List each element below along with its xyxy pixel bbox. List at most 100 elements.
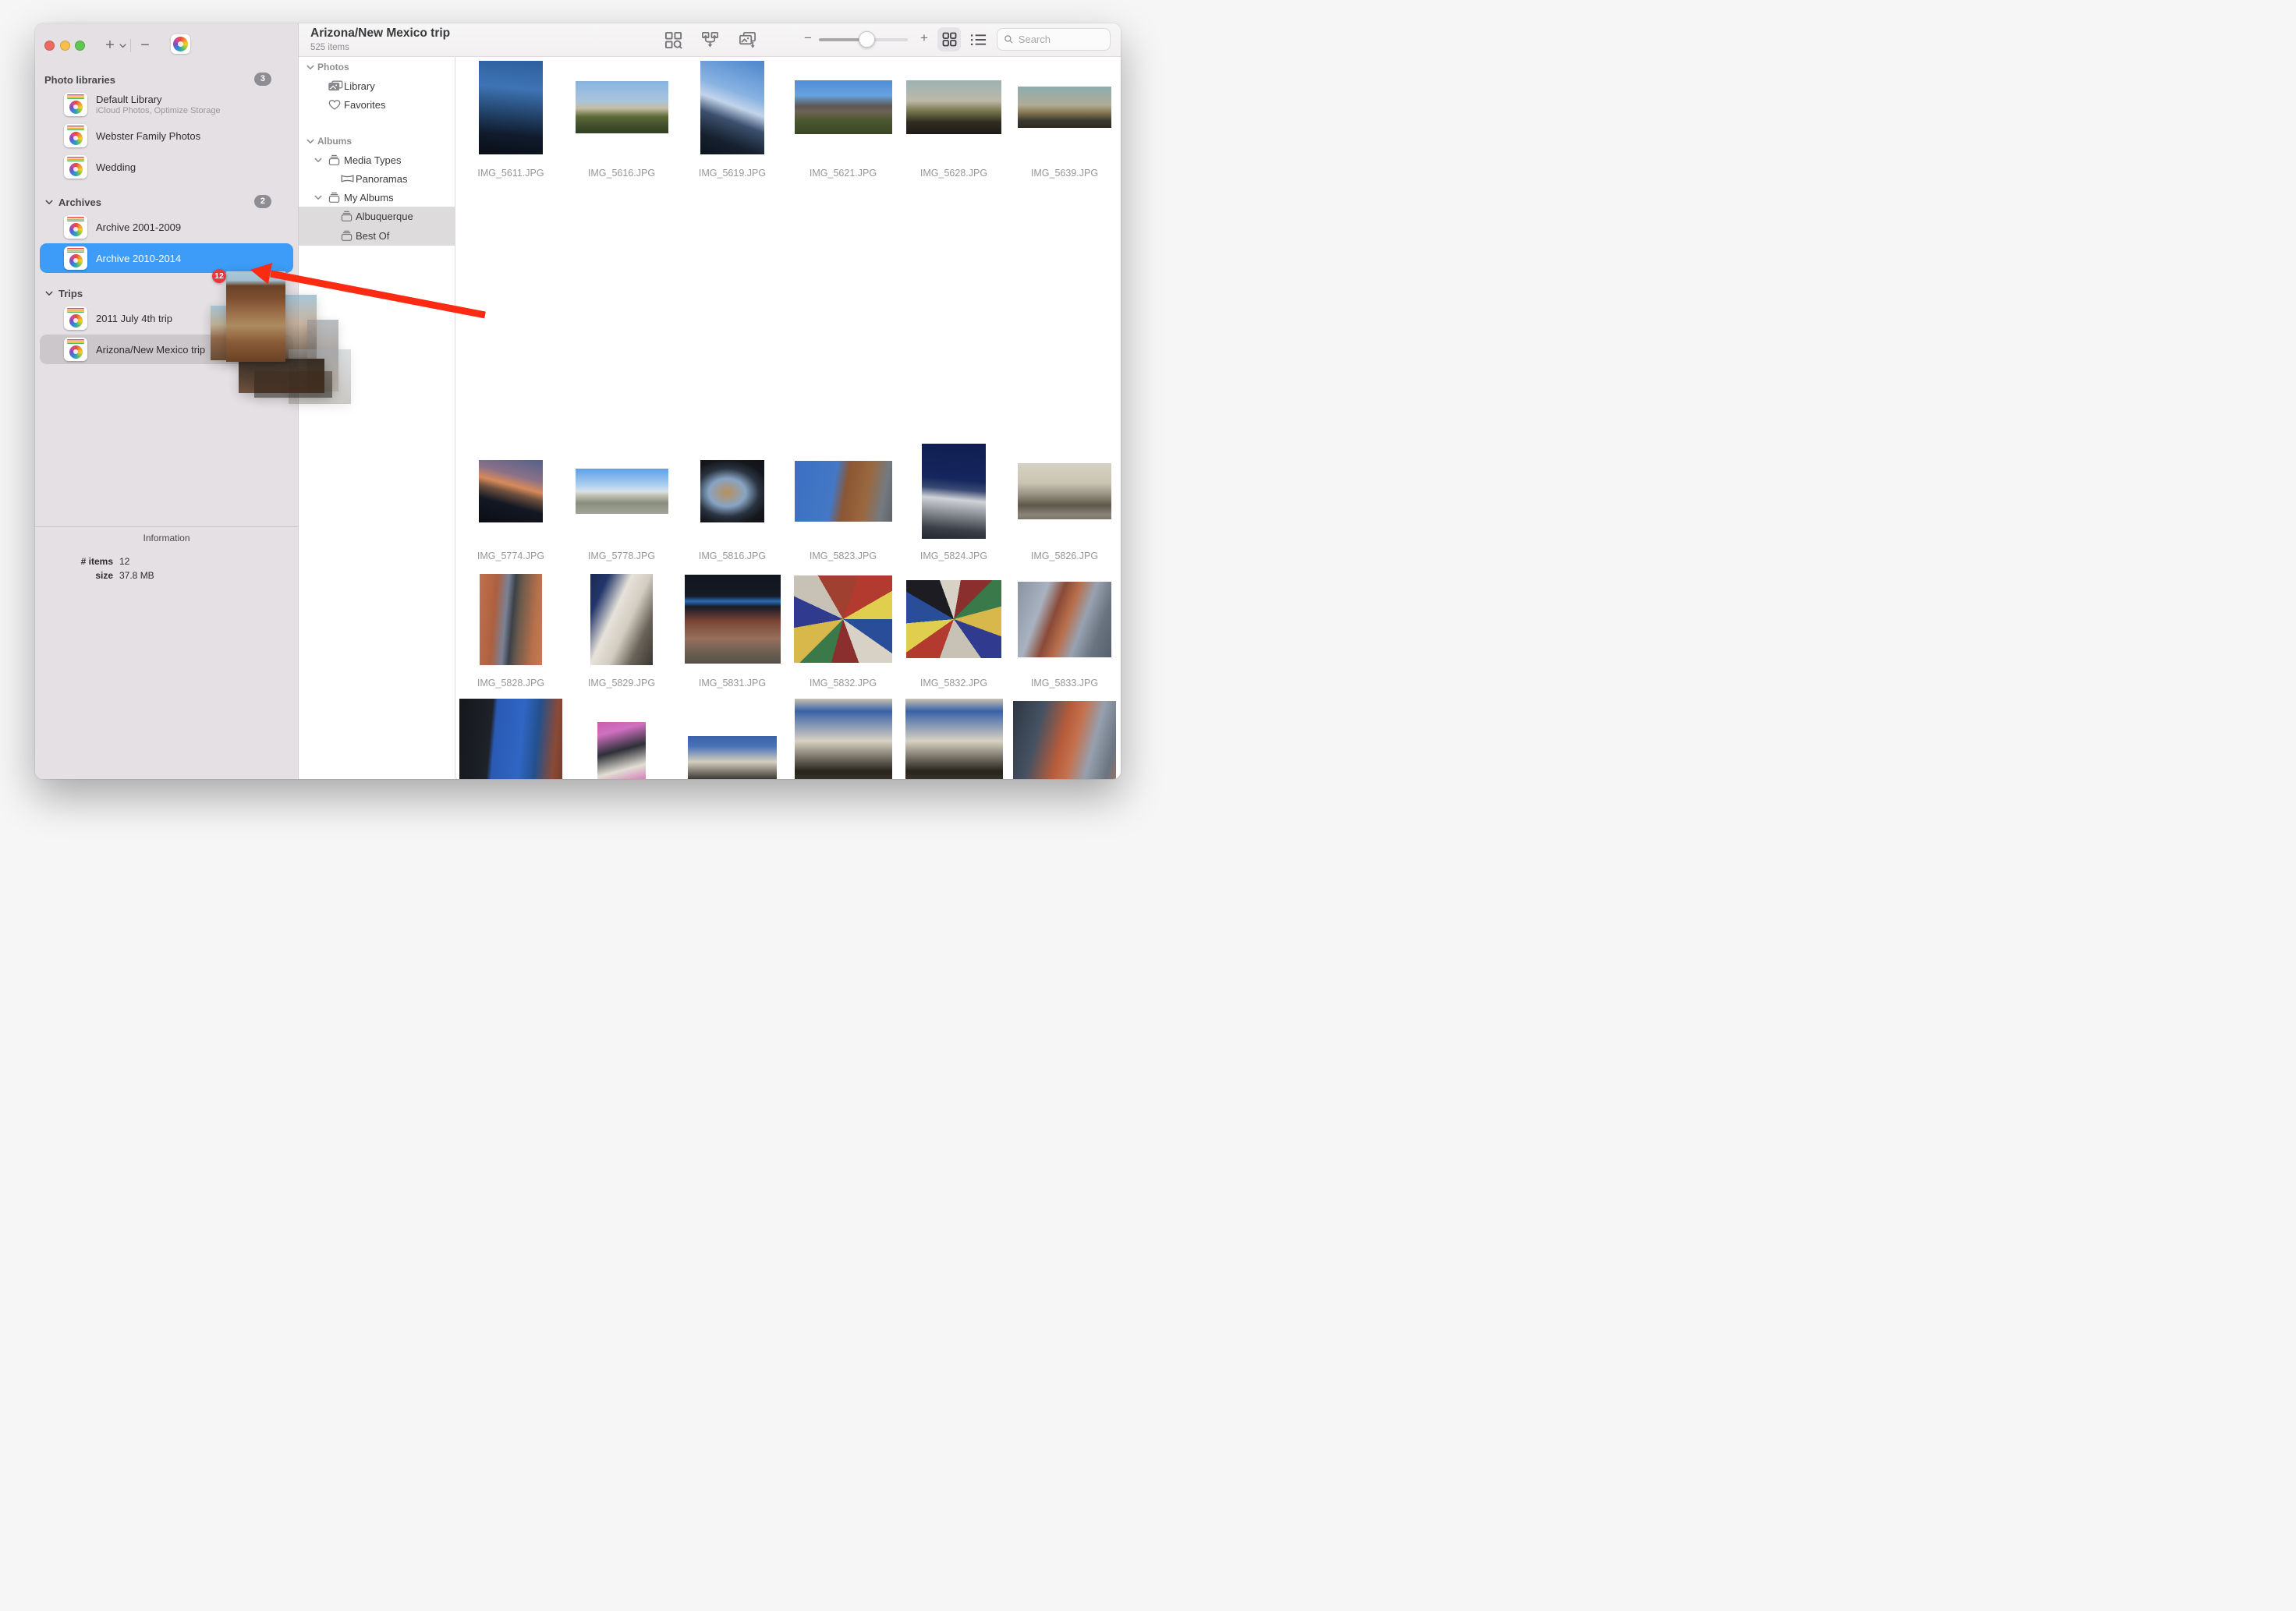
- zoom-in-icon[interactable]: +: [920, 30, 928, 46]
- photo-thumbnail[interactable]: [905, 699, 1003, 779]
- find-duplicates-button[interactable]: [660, 28, 686, 51]
- photo-thumbnail[interactable]: [576, 469, 668, 514]
- photo-thumb-wrapper: [566, 572, 677, 666]
- sidebar-item-archive-2010-2014[interactable]: Archive 2010-2014: [40, 243, 293, 273]
- photo-grid-row: IMG_5611.JPGIMG_5616.JPGIMG_5619.JPGIMG_…: [455, 58, 1121, 179]
- photo-cell: [455, 699, 566, 779]
- library-stripes-decoration: [67, 157, 84, 161]
- sidebar-item-default-library[interactable]: Default LibraryiCloud Photos, Optimize S…: [35, 89, 298, 120]
- photo-thumbnail[interactable]: [479, 61, 543, 154]
- info-panel-title: Information: [35, 533, 298, 543]
- sidebar-item-2011-july-4th-trip[interactable]: 2011 July 4th trip: [35, 303, 298, 334]
- tree-header-label: Photos: [317, 62, 349, 73]
- chevron-down-icon[interactable]: [314, 195, 322, 200]
- sidebar-section-header[interactable]: Trips: [35, 284, 298, 303]
- chevron-down-icon[interactable]: [306, 65, 314, 70]
- photo-thumbnail[interactable]: [1018, 582, 1111, 657]
- photo-thumbnail[interactable]: [480, 574, 542, 665]
- tree-item-panoramas[interactable]: Panoramas: [299, 169, 455, 188]
- tree-header-albums[interactable]: Albums: [299, 132, 455, 150]
- tree-item-label: Library: [344, 80, 375, 92]
- photo-thumbnail[interactable]: [597, 722, 646, 779]
- add-library-chevron-icon[interactable]: [119, 44, 126, 48]
- sidebar-item-arizona-new-mexico-trip[interactable]: Arizona/New Mexico trip: [40, 335, 293, 364]
- photo-thumbnail[interactable]: [1018, 463, 1111, 519]
- sidebar-item-wedding[interactable]: Wedding: [35, 151, 298, 182]
- minimize-window-button[interactable]: [60, 41, 70, 51]
- photo-thumbnail[interactable]: [922, 444, 986, 539]
- copy-photos-button[interactable]: [734, 28, 760, 51]
- photo-cell: IMG_5832.JPG: [788, 572, 898, 689]
- photo-thumbnail[interactable]: [479, 460, 543, 522]
- photo-thumbnail[interactable]: [1013, 701, 1116, 779]
- zoom-slider-track[interactable]: [819, 38, 908, 41]
- photo-library-icon: [64, 306, 87, 330]
- remove-library-button[interactable]: −: [136, 34, 154, 56]
- tree-item-albuquerque[interactable]: Albuquerque: [299, 207, 455, 226]
- album-icon: [328, 192, 340, 204]
- chevron-down-icon[interactable]: [45, 291, 53, 296]
- photo-thumb-wrapper: [1009, 572, 1120, 666]
- app-window: + − Photo libraries3Default LibraryiClou…: [35, 23, 1121, 779]
- photo-thumbnail[interactable]: [795, 461, 892, 522]
- photo-filename: IMG_5833.JPG: [1031, 677, 1098, 689]
- photo-thumbnail[interactable]: [459, 699, 562, 779]
- list-view-button[interactable]: [966, 27, 990, 51]
- tree-item-favorites[interactable]: Favorites: [299, 95, 455, 114]
- photo-thumbnail[interactable]: [1018, 87, 1111, 128]
- photo-cell: IMG_5832.JPG: [898, 572, 1009, 689]
- photo-thumbnail[interactable]: [700, 61, 764, 154]
- photo-thumbnail[interactable]: [906, 580, 1001, 658]
- section-count-badge: 2: [254, 195, 271, 208]
- info-row: size37.8 MB: [35, 568, 298, 582]
- photo-library-icon: [64, 93, 87, 116]
- chevron-down-icon[interactable]: [45, 200, 53, 205]
- grid-view-button[interactable]: [937, 27, 961, 51]
- info-row: # items12: [35, 554, 298, 568]
- chevron-down-icon[interactable]: [306, 139, 314, 144]
- toolbar: Arizona/New Mexico trip 525 items: [299, 23, 1121, 57]
- zoom-window-button[interactable]: [75, 41, 85, 51]
- zoom-slider-thumb[interactable]: [859, 31, 875, 48]
- photo-cell: IMG_5826.JPG: [1009, 448, 1120, 562]
- library-icon: [328, 80, 343, 91]
- photo-thumbnail[interactable]: [685, 575, 781, 664]
- tree-header-photos[interactable]: Photos: [299, 58, 455, 76]
- photo-thumbnail[interactable]: [576, 81, 668, 133]
- photo-library-icon: [64, 246, 87, 270]
- close-window-button[interactable]: [44, 41, 55, 51]
- sidebar-section-header[interactable]: Archives2: [35, 193, 298, 211]
- sidebar-section-header[interactable]: Photo libraries3: [35, 70, 298, 89]
- drag-count-badge: 12: [212, 269, 226, 283]
- search-input[interactable]: [1019, 34, 1104, 45]
- screenshot-page: + − Photo libraries3Default LibraryiClou…: [0, 0, 1148, 806]
- zoom-out-icon[interactable]: −: [804, 30, 812, 46]
- sidebar-item-text: Archive 2001-2009: [96, 221, 181, 233]
- sidebar-item-webster-family-photos[interactable]: Webster Family Photos: [35, 120, 298, 151]
- tree-item-library[interactable]: Library: [299, 76, 455, 95]
- photo-thumbnail[interactable]: [688, 736, 777, 779]
- photo-thumbnail[interactable]: [906, 80, 1001, 134]
- add-library-button[interactable]: +: [101, 34, 119, 56]
- photo-cell: IMG_5778.JPG: [566, 448, 677, 562]
- tree-item-best-of[interactable]: Best Of: [299, 226, 455, 246]
- photo-thumbnail[interactable]: [794, 575, 892, 663]
- sidebar-item-archive-2001-2009[interactable]: Archive 2001-2009: [35, 211, 298, 243]
- sidebar-item-text: Webster Family Photos: [96, 130, 200, 142]
- photo-thumbnail[interactable]: [795, 80, 892, 134]
- photo-cell: IMG_5828.JPG: [455, 572, 566, 689]
- sidebar-item-text: 2011 July 4th trip: [96, 313, 172, 324]
- photo-thumbnail[interactable]: [700, 460, 764, 522]
- photo-thumbnail[interactable]: [795, 699, 892, 779]
- sidebar-item-title: Arizona/New Mexico trip: [96, 344, 205, 356]
- photo-cell: [1009, 699, 1120, 779]
- photo-thumbnail[interactable]: [590, 574, 653, 665]
- photo-thumb-wrapper: [788, 58, 898, 156]
- photo-thumb-wrapper: [898, 572, 1009, 666]
- tree-item-media-types[interactable]: Media Types: [299, 150, 455, 169]
- chevron-down-icon[interactable]: [314, 158, 322, 163]
- tree-item-label: Albuquerque: [356, 211, 413, 222]
- merge-libraries-button[interactable]: [696, 28, 723, 51]
- tree-item-my-albums[interactable]: My Albums: [299, 188, 455, 207]
- search-field[interactable]: [997, 28, 1111, 51]
